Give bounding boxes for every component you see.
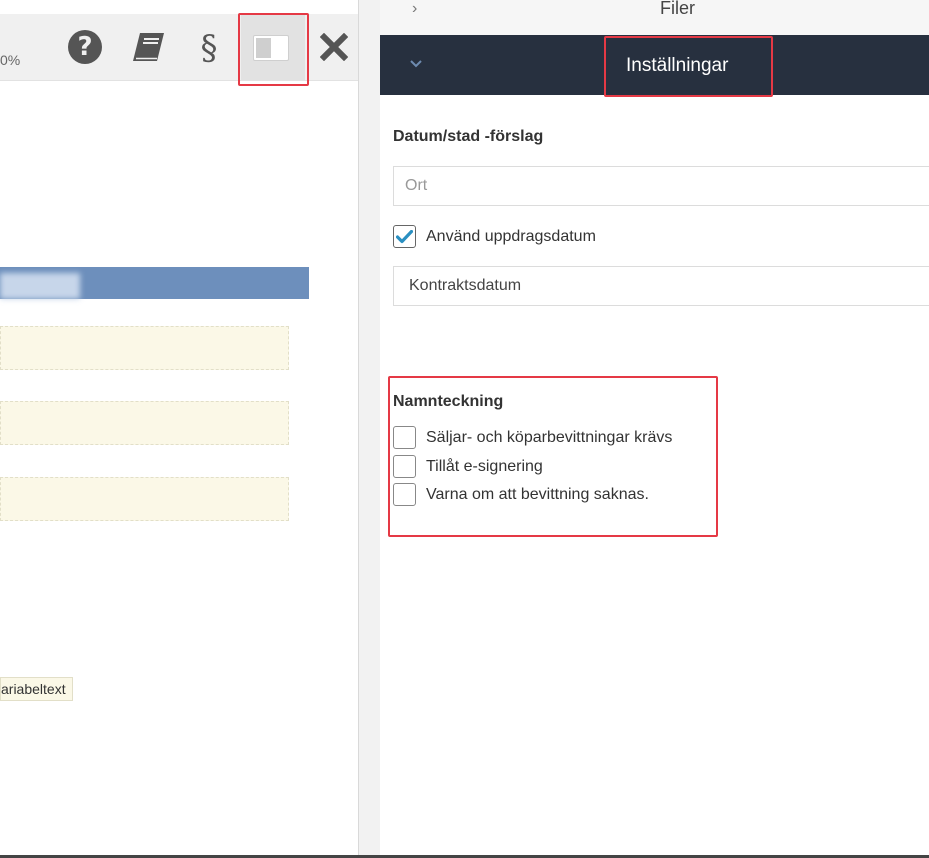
- use-assignment-date-checkbox[interactable]: [393, 225, 416, 248]
- city-input[interactable]: [393, 166, 929, 206]
- date-field-input[interactable]: [393, 266, 929, 306]
- chevron-down-icon: [410, 55, 422, 71]
- files-section-header[interactable]: › Filer: [380, 0, 929, 36]
- section-symbol-icon[interactable]: §: [194, 28, 224, 68]
- use-assignment-date-label: Använd uppdragsdatum: [426, 227, 596, 245]
- variable-field[interactable]: [0, 401, 289, 445]
- files-section-label: Filer: [660, 0, 695, 18]
- variable-field[interactable]: [0, 477, 289, 521]
- date-city-title: Datum/stad -förslag: [393, 128, 544, 145]
- variable-field[interactable]: [0, 326, 289, 370]
- variable-text-tag[interactable]: ariabeltext: [0, 677, 73, 701]
- document-editor: 0% ? § ariabeltext: [0, 0, 360, 856]
- use-assignment-date-row[interactable]: Använd uppdragsdatum: [393, 225, 596, 248]
- close-icon[interactable]: [318, 30, 350, 64]
- toggle-highlight-box: [238, 13, 309, 86]
- pane-splitter[interactable]: [358, 0, 380, 856]
- signature-highlight-box: [388, 376, 718, 537]
- book-icon[interactable]: [130, 30, 168, 64]
- zoom-level[interactable]: 0%: [0, 52, 20, 68]
- settings-highlight-box: [604, 36, 773, 97]
- chevron-right-icon: ›: [412, 0, 418, 17]
- document-heading-bar: [0, 267, 309, 299]
- settings-panel: › Filer Inställningar Datum/stad -försla…: [380, 0, 929, 856]
- question-circle-icon[interactable]: ?: [68, 30, 102, 64]
